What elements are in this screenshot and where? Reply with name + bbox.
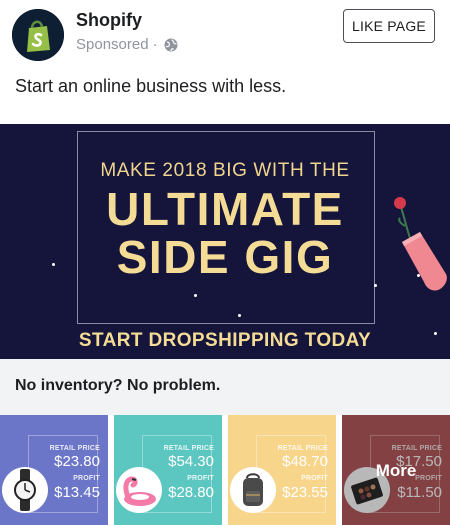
page-avatar[interactable] — [12, 9, 64, 61]
post-meta: Sponsored · — [76, 36, 178, 53]
star-decoration — [238, 314, 241, 317]
product-carousel: RETAIL PRICE $23.80 PROFIT $13.45 RETAIL… — [0, 415, 450, 525]
post-header: Shopify Sponsored · LIKE PAGE — [0, 0, 450, 70]
profit-value: $28.80 — [168, 484, 214, 501]
retail-price-value: $23.80 — [54, 453, 100, 470]
carousel-card-flamingo[interactable]: RETAIL PRICE $54.30 PROFIT $28.80 — [114, 415, 222, 525]
page-name[interactable]: Shopify — [76, 10, 142, 31]
carousel-card-watch[interactable]: RETAIL PRICE $23.80 PROFIT $13.45 — [0, 415, 108, 525]
banner-line-1: MAKE 2018 BIG WITH THE — [100, 160, 350, 181]
profit-label: PROFIT — [187, 475, 214, 482]
profit-value: $23.55 — [282, 484, 328, 501]
star-decoration — [374, 284, 377, 287]
backpack-icon — [243, 473, 263, 506]
shopify-bag-icon — [12, 9, 64, 61]
globe-icon[interactable] — [164, 38, 178, 52]
retail-price-label: RETAIL PRICE — [277, 445, 328, 452]
profit-value: $13.45 — [54, 484, 100, 501]
retail-price-label: RETAIL PRICE — [49, 445, 100, 452]
retail-price-label: RETAIL PRICE — [163, 445, 214, 452]
watch-icon — [14, 469, 36, 511]
retail-price-value: $48.70 — [282, 453, 328, 470]
link-headline[interactable]: No inventory? No problem. — [15, 377, 220, 395]
flower-vase-icon — [394, 197, 447, 291]
carousel-card-makeup[interactable]: RETAIL PRICE $17.50 PROFIT $11.50 More — [342, 415, 450, 525]
banner-headline-2: SIDE GIG — [116, 231, 334, 283]
product-image — [116, 467, 162, 513]
banner-headline-1: ULTIMATE — [106, 183, 344, 235]
ad-banner-image[interactable]: MAKE 2018 BIG WITH THE ULTIMATE SIDE GIG… — [0, 124, 450, 359]
product-image — [2, 467, 48, 513]
meta-separator: · — [152, 36, 158, 53]
profit-label: PROFIT — [73, 475, 100, 482]
star-decoration — [194, 294, 197, 297]
sponsored-label[interactable]: Sponsored — [76, 36, 149, 53]
retail-price-value: $54.30 — [168, 453, 214, 470]
flamingo-float-icon — [123, 476, 156, 506]
product-image — [230, 467, 276, 513]
post-text: Start an online business with less. — [15, 76, 287, 96]
like-page-button[interactable]: LIKE PAGE — [343, 9, 435, 43]
carousel-card-backpack[interactable]: RETAIL PRICE $48.70 PROFIT $23.55 — [228, 415, 336, 525]
banner-cta: START DROPSHIPPING TODAY — [78, 330, 372, 351]
more-label[interactable]: More — [342, 461, 450, 481]
profit-label: PROFIT — [301, 475, 328, 482]
